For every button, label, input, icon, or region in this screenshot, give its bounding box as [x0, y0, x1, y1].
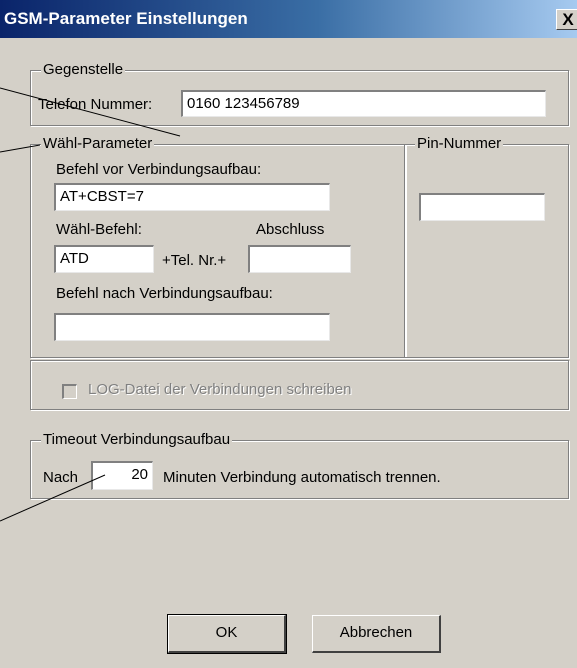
close-icon: X — [562, 10, 574, 29]
group-waehl-parameter: Wähl-Parameter Befehl vor Verbindungsauf… — [30, 135, 406, 358]
timeout-prefix-label: Nach — [43, 469, 79, 486]
group-waehl-legend: Wähl-Parameter — [41, 135, 155, 153]
dialog-body: Gegenstelle Telefon Nummer: 0160 1234567… — [0, 38, 577, 668]
phone-label: Telefon Nummer: — [38, 96, 153, 113]
timeout-suffix-label: Minuten Verbindung automatisch trennen. — [163, 469, 441, 486]
log-checkbox-label: LOG-Datei der Verbindungen schreiben — [88, 381, 352, 398]
end-input[interactable] — [248, 245, 351, 273]
before-command-input[interactable]: AT+CBST=7 — [54, 183, 330, 211]
after-command-input[interactable] — [54, 313, 330, 341]
group-pin-legend: Pin-Nummer — [415, 135, 504, 153]
cancel-button[interactable]: Abbrechen — [312, 615, 441, 653]
dial-command-label: Wähl-Befehl: — [56, 221, 142, 238]
end-label: Abschluss — [256, 221, 325, 238]
pin-input[interactable] — [419, 193, 545, 221]
plus-tel-label: +Tel. Nr.+ — [162, 252, 227, 269]
before-command-label: Befehl vor Verbindungsaufbau: — [56, 161, 262, 178]
window-title: GSM-Parameter Einstellungen — [4, 9, 248, 28]
group-timeout: Timeout Verbindungsaufbau Nach 20 Minute… — [30, 431, 569, 499]
phone-number-input[interactable]: 0160 123456789 — [181, 90, 546, 117]
group-pin-nummer: Pin-Nummer — [404, 135, 569, 358]
group-gegenstelle: Gegenstelle Telefon Nummer: 0160 1234567… — [30, 61, 569, 126]
timeout-minutes-input[interactable]: 20 — [91, 461, 153, 490]
ok-button[interactable]: OK — [167, 614, 287, 654]
after-command-label: Befehl nach Verbindungsaufbau: — [56, 285, 273, 302]
log-checkbox[interactable] — [62, 384, 77, 399]
dial-command-input[interactable]: ATD — [54, 245, 154, 273]
close-button[interactable]: X — [556, 9, 577, 30]
group-gegenstelle-legend: Gegenstelle — [41, 61, 126, 79]
group-log: LOG-Datei der Verbindungen schreiben — [30, 360, 569, 410]
group-timeout-legend: Timeout Verbindungsaufbau — [41, 431, 233, 449]
title-bar[interactable]: GSM-Parameter Einstellungen X — [0, 0, 577, 38]
